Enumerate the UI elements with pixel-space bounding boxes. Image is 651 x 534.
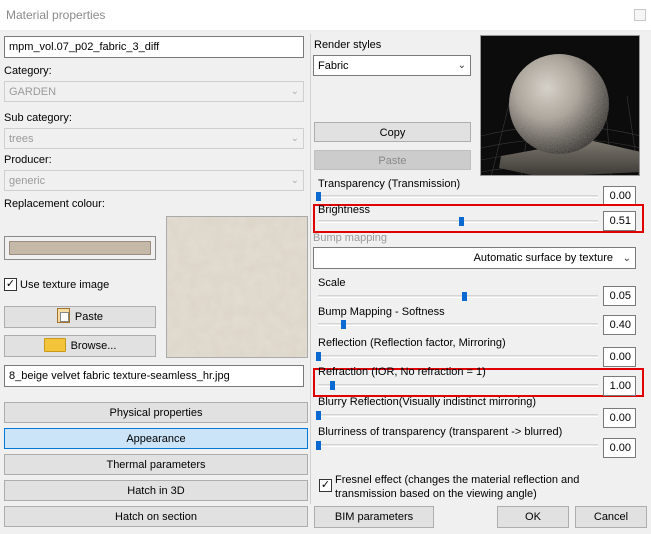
producer-select: generic ⌄ xyxy=(4,170,304,191)
blurriness-value[interactable]: 0.00 xyxy=(603,438,636,458)
clipboard-icon xyxy=(56,308,70,323)
tab-hatch-section[interactable]: Hatch on section xyxy=(4,506,308,527)
bump-softness-slider[interactable] xyxy=(318,320,598,329)
slider-thumb[interactable] xyxy=(330,381,335,390)
subcategory-select: trees ⌄ xyxy=(4,128,304,149)
brightness-label: Brightness xyxy=(318,204,370,216)
scale-label: Scale xyxy=(318,277,346,289)
texture-preview xyxy=(166,216,308,358)
category-label: Category: xyxy=(4,65,52,77)
chevron-down-icon: ⌄ xyxy=(457,60,466,71)
use-texture-label: Use texture image xyxy=(20,279,110,291)
material-name-field[interactable]: mpm_vol.07_p02_fabric_3_diff xyxy=(4,36,304,58)
tab-thermal-parameters[interactable]: Thermal parameters xyxy=(4,454,308,475)
folder-icon xyxy=(43,338,66,352)
scale-value[interactable]: 0.05 xyxy=(603,286,636,306)
paste-texture-button[interactable]: Paste xyxy=(4,306,156,328)
fresnel-label-line1: Fresnel effect (changes the material ref… xyxy=(335,474,580,486)
chevron-down-icon: ⌄ xyxy=(290,86,299,97)
blurriness-slider[interactable] xyxy=(316,441,598,450)
scale-slider[interactable] xyxy=(318,292,598,301)
bump-mapping-value: Automatic surface by texture xyxy=(473,252,613,264)
fresnel-label-line2: transmission based on the viewing angle) xyxy=(335,488,537,500)
blurriness-label: Blurriness of transparency (transparent … xyxy=(318,426,563,438)
bump-softness-value[interactable]: 0.40 xyxy=(603,315,636,335)
slider-thumb[interactable] xyxy=(458,217,464,226)
render-style-select[interactable]: Fabric ⌄ xyxy=(313,55,471,76)
replacement-colour-swatch xyxy=(9,241,151,255)
browse-label: Browse... xyxy=(70,340,117,352)
bump-softness-label: Bump Mapping - Softness xyxy=(318,306,445,318)
texture-file-field[interactable]: 8_beige velvet fabric texture-seamless_h… xyxy=(4,365,304,387)
brightness-value[interactable]: 0.51 xyxy=(603,211,636,231)
transparency-slider[interactable] xyxy=(316,192,598,201)
chevron-down-icon: ⌄ xyxy=(290,175,299,186)
render-styles-label: Render styles xyxy=(314,39,382,51)
replacement-colour-label: Replacement colour: xyxy=(4,198,105,210)
replacement-colour-button[interactable] xyxy=(4,236,156,260)
material-preview xyxy=(480,35,640,176)
paste-texture-label: Paste xyxy=(74,311,104,323)
producer-value: generic xyxy=(9,175,46,187)
close-icon[interactable] xyxy=(634,9,646,21)
fresnel-checkbox[interactable]: ✓ xyxy=(319,479,332,492)
chevron-down-icon: ⌄ xyxy=(622,253,631,264)
ok-button[interactable]: OK xyxy=(497,506,569,528)
paste-button[interactable]: Paste xyxy=(314,150,471,170)
reflection-value[interactable]: 0.00 xyxy=(603,347,636,367)
render-style-value: Fabric xyxy=(318,60,349,72)
slider-thumb[interactable] xyxy=(461,292,467,301)
category-select: GARDEN ⌄ xyxy=(4,81,304,102)
slider-thumb[interactable] xyxy=(316,441,321,450)
producer-label: Producer: xyxy=(4,154,52,166)
slider-thumb[interactable] xyxy=(316,411,321,420)
refraction-value[interactable]: 1.00 xyxy=(603,376,636,396)
refraction-slider[interactable] xyxy=(318,381,598,390)
brightness-slider[interactable] xyxy=(318,217,598,226)
subcategory-label: Sub category: xyxy=(4,112,72,124)
reflection-label: Reflection (Reflection factor, Mirroring… xyxy=(318,337,506,349)
bump-mapping-select[interactable]: Automatic surface by texture ⌄ xyxy=(313,247,636,269)
transparency-value[interactable]: 0.00 xyxy=(603,186,636,206)
slider-thumb[interactable] xyxy=(316,352,321,361)
cancel-button[interactable]: Cancel xyxy=(575,506,647,528)
transparency-label: Transparency (Transmission) xyxy=(318,178,461,190)
bim-parameters-button[interactable]: BIM parameters xyxy=(314,506,434,528)
copy-button[interactable]: Copy xyxy=(314,122,471,142)
blurry-reflection-label: Blurry Reflection(Visually indistinct mi… xyxy=(318,396,537,408)
bump-mapping-label: Bump mapping xyxy=(313,232,387,244)
tab-physical-properties[interactable]: Physical properties xyxy=(4,402,308,423)
reflection-slider[interactable] xyxy=(316,352,598,361)
blurry-reflection-value[interactable]: 0.00 xyxy=(603,408,636,428)
slider-thumb[interactable] xyxy=(316,192,321,201)
browse-button[interactable]: Browse... xyxy=(4,335,156,357)
slider-thumb[interactable] xyxy=(341,320,347,329)
tab-hatch-3d[interactable]: Hatch in 3D xyxy=(4,480,308,501)
column-divider xyxy=(310,34,311,504)
subcategory-value: trees xyxy=(9,133,34,145)
refraction-label: Refraction (IOR, No refraction = 1) xyxy=(318,366,486,378)
tab-appearance[interactable]: Appearance xyxy=(4,428,308,449)
window-title: Material properties xyxy=(6,8,106,22)
blurry-reflection-slider[interactable] xyxy=(316,411,598,420)
use-texture-checkbox[interactable]: ✓ xyxy=(4,278,17,291)
chevron-down-icon: ⌄ xyxy=(290,133,299,144)
category-value: GARDEN xyxy=(9,86,57,98)
